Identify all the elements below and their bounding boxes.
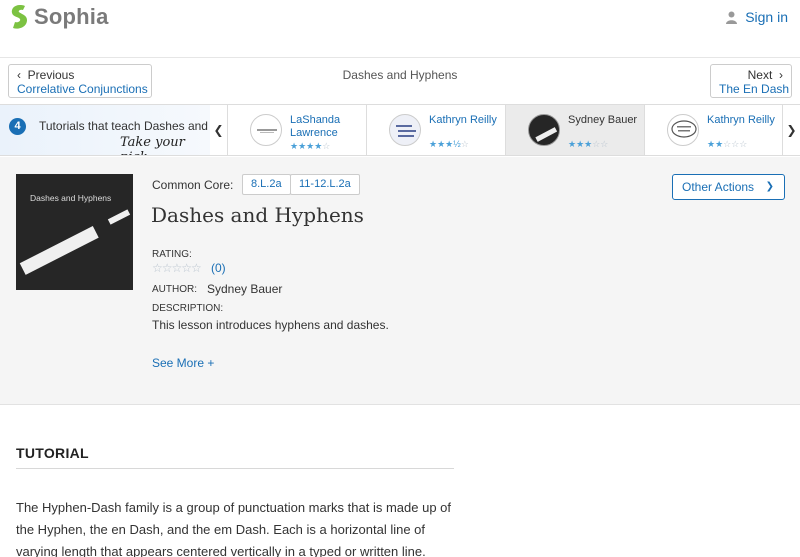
author-label: AUTHOR:	[152, 284, 197, 295]
tutorial-author: Kathryn Reilly	[707, 114, 775, 126]
lesson-info-panel: Dashes and Hyphens Common Core: 8.L.2a 1…	[0, 157, 800, 405]
description-text: This lesson introduces hyphens and dashe…	[152, 318, 389, 332]
take-your-pick-text: Take your pick:	[120, 135, 185, 155]
tutorial-thumbnail	[389, 114, 421, 146]
tutorials-strip: 4 Tutorials that teach Dashes and Take y…	[0, 104, 800, 156]
author-name: Sydney Bauer	[207, 282, 283, 296]
sophia-logo[interactable]: Sophia	[10, 4, 109, 30]
tutorial-thumbnail	[667, 114, 699, 146]
tutorials-intro: 4 Tutorials that teach Dashes and Take y…	[0, 105, 210, 155]
tutorials-intro-text: Tutorials that teach Dashes and	[39, 119, 208, 133]
next-label-row: Next ›	[719, 68, 783, 82]
tutorial-thumbnail	[528, 114, 560, 146]
logo-text: Sophia	[34, 4, 109, 29]
tutorial-rating-stars: ★★☆☆☆	[707, 139, 748, 149]
tutorial-thumbnail	[250, 114, 282, 146]
other-actions-label: Other Actions	[682, 180, 755, 194]
user-icon	[726, 11, 738, 24]
common-core-label: Common Core:	[152, 178, 234, 192]
sign-in-link[interactable]: Sign in	[726, 9, 788, 25]
chevron-right-icon: ❯	[786, 123, 797, 137]
previous-lesson-title: Correlative Conjunctions	[17, 82, 148, 96]
rating-count[interactable]: (0)	[211, 261, 226, 275]
description-label: DESCRIPTION:	[152, 303, 224, 314]
carousel-prev-button[interactable]: ❮	[210, 105, 228, 155]
standard-tag[interactable]: 8.L.2a	[242, 174, 291, 195]
chevron-right-icon: ›	[779, 68, 783, 82]
tutorial-rating-stars: ★★★½☆	[429, 139, 469, 149]
tutorial-card[interactable]: Kathryn Reilly ★★☆☆☆	[645, 105, 784, 155]
tutorial-author: Kathryn Reilly	[429, 114, 497, 126]
tutorial-heading: TUTORIAL	[16, 445, 89, 461]
divider	[16, 468, 454, 469]
chevron-left-icon: ❮	[213, 123, 224, 137]
next-lesson-button[interactable]: Next › The En Dash	[710, 64, 792, 98]
current-lesson-title: Dashes and Hyphens	[342, 68, 458, 82]
top-bar: Sophia Sign in	[0, 0, 800, 58]
tutorial-rating-stars: ★★★☆☆	[568, 139, 609, 149]
tutorial-card-active[interactable]: Sydney Bauer ★★★☆☆	[506, 105, 645, 155]
chevron-down-icon: ❯	[765, 181, 774, 192]
tutorial-count-badge: 4	[9, 118, 26, 135]
lesson-image: Dashes and Hyphens	[16, 174, 133, 290]
tutorial-paragraph: The Hyphen-Dash family is a group of pun…	[16, 500, 451, 557]
tutorial-card[interactable]: Kathryn Reilly ★★★½☆	[367, 105, 506, 155]
rating-stars[interactable]: ☆☆☆☆☆	[152, 261, 202, 275]
carousel-next-button[interactable]: ❯	[782, 105, 800, 155]
tutorial-rating-stars: ★★★★☆	[290, 141, 331, 151]
next-label: Next	[747, 68, 773, 82]
see-more-link[interactable]: See More +	[152, 356, 214, 370]
tutorial-author: Sydney Bauer	[568, 114, 638, 126]
other-actions-button[interactable]: Other Actions ❯	[672, 174, 785, 200]
lesson-navigation: ‹ Previous Correlative Conjunctions Dash…	[0, 58, 800, 104]
rating-label: RATING:	[152, 249, 192, 260]
sophia-logo-icon	[11, 5, 27, 29]
next-lesson-title: The En Dash	[719, 82, 790, 96]
standard-tag[interactable]: 11-12.L.2a	[290, 174, 360, 195]
lesson-title: Dashes and Hyphens	[151, 203, 364, 227]
tutorial-author: LaShanda Lawrence	[290, 114, 341, 139]
sign-in-label: Sign in	[745, 9, 788, 25]
tutorial-card[interactable]: LaShanda Lawrence ★★★★☆	[228, 105, 367, 155]
